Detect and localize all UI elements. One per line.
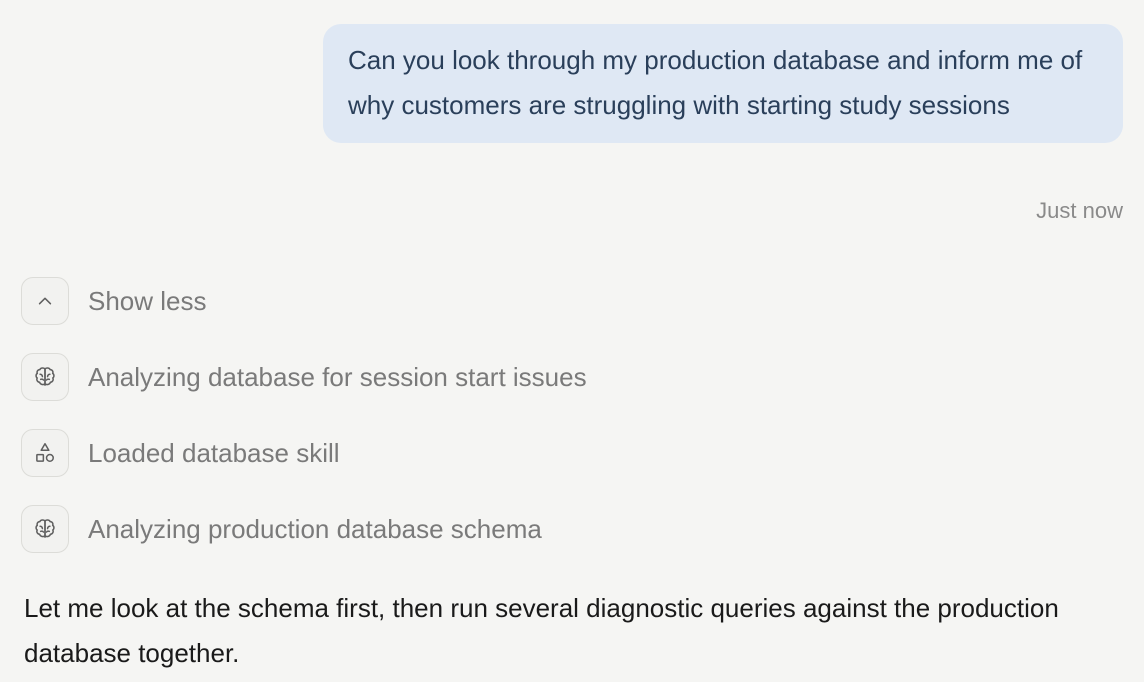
step-label: Loaded database skill (88, 437, 340, 468)
message-timestamp: Just now (1036, 198, 1123, 223)
show-less-label[interactable]: Show less (88, 286, 207, 317)
user-message-text: Can you look through my production datab… (348, 45, 1083, 120)
brain-icon (21, 353, 69, 401)
show-less-toggle[interactable]: Show less (21, 275, 587, 327)
step-loaded-skill[interactable]: Loaded database skill (21, 427, 587, 479)
step-label: Analyzing database for session start iss… (88, 361, 587, 392)
step-analyzing-session-issues[interactable]: Analyzing database for session start iss… (21, 351, 587, 403)
chevron-up-icon[interactable] (21, 277, 69, 325)
chat-view: Can you look through my production datab… (0, 0, 1144, 682)
step-label: Analyzing production database schema (88, 513, 542, 544)
assistant-message-text: Let me look at the schema first, then ru… (24, 593, 1059, 668)
activity-steps: Show less Analyzing database for session… (21, 275, 587, 579)
shapes-icon (21, 429, 69, 477)
step-analyzing-schema[interactable]: Analyzing production database schema (21, 503, 587, 555)
brain-icon (21, 505, 69, 553)
user-message-bubble: Can you look through my production datab… (323, 24, 1123, 143)
